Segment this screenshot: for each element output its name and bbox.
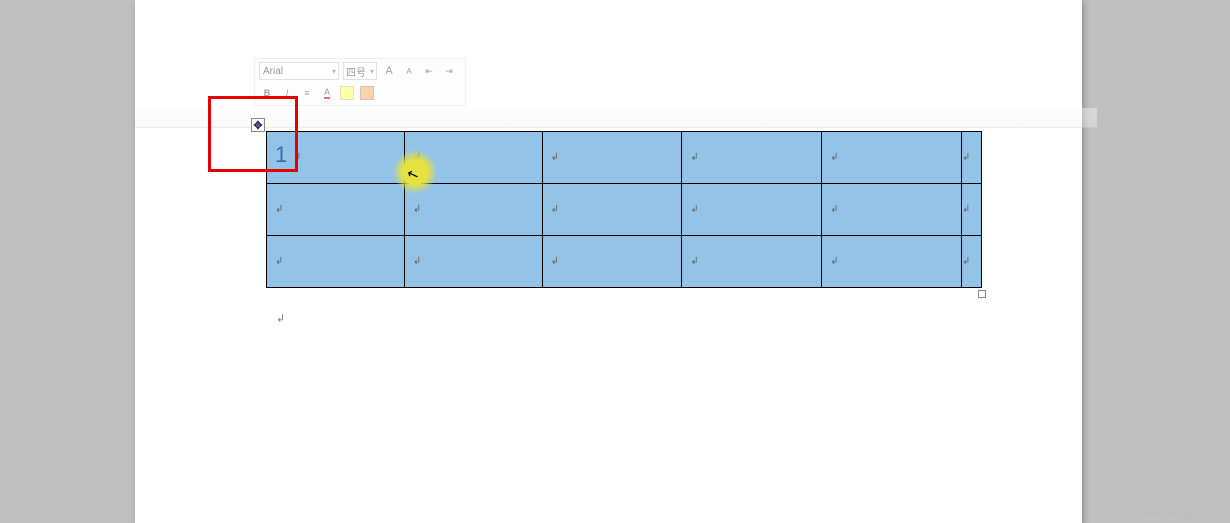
paragraph-mark: ↲ [276,312,285,325]
fill-button[interactable] [359,85,375,101]
highlight-icon [340,86,354,100]
font-color-glyph: A [324,87,330,99]
table-cell-end[interactable]: ↲ [961,132,981,184]
table-cell[interactable]: ↲ [542,184,682,236]
para-mark-icon: ↲ [690,256,698,267]
watermark-text: www.wzjsgs.com [1139,508,1222,519]
para-mark-icon: ↲ [830,152,838,163]
para-mark-icon: ↲ [413,256,421,267]
font-color-button[interactable]: A [319,85,335,101]
decrease-indent-button[interactable]: ⇤ [421,63,437,79]
font-size-select[interactable]: 四号 [343,62,377,80]
table-row[interactable]: ↲ ↲ ↲ ↲ ↲ ↲ [267,184,982,236]
para-mark-icon: ↲ [830,256,838,267]
table-cell[interactable]: ↲ [404,236,542,288]
red-annotation-box [208,96,298,172]
para-mark-icon: ↲ [551,204,559,215]
table-cell[interactable]: ↲ [682,236,822,288]
para-mark-icon: ↲ [413,204,421,215]
table-cell[interactable]: ↲ [267,184,405,236]
table-cell[interactable]: ↲ [267,236,405,288]
table-cell[interactable]: ↲ [822,184,962,236]
table-cell-end[interactable]: ↲ [961,236,981,288]
align-button[interactable]: ≡ [299,85,315,101]
table-cell[interactable]: ↲ [542,132,682,184]
fill-icon [360,86,374,100]
para-mark-icon: ↲ [962,152,970,163]
para-mark-icon: ↲ [830,204,838,215]
table-row[interactable]: ↲ ↲ ↲ ↲ ↲ ↲ [267,236,982,288]
table-cell[interactable]: ↲ [822,132,962,184]
increase-indent-button[interactable]: ⇥ [441,63,457,79]
highlight-button[interactable] [339,85,355,101]
para-mark-icon: ↲ [275,204,283,215]
para-mark-icon: ↲ [690,204,698,215]
para-mark-icon: ↲ [962,204,970,215]
table-resize-handle[interactable] [978,290,986,298]
para-mark-icon: ↲ [962,256,970,267]
table-cell[interactable]: ↲ [542,236,682,288]
shrink-font-button[interactable]: A [401,63,417,79]
para-mark-icon: ↲ [551,152,559,163]
table-cell[interactable]: ↲ [682,184,822,236]
table-row[interactable]: 1 ↲ ↲ ↲ ↲ ↲ ↲ [267,132,982,184]
table-cell[interactable]: ↲ [682,132,822,184]
document-table-container: 1 ↲ ↲ ↲ ↲ ↲ ↲ ↲ ↲ ↲ ↲ ↲ ↲ ↲ ↲ ↲ ↲ ↲ ↲ [266,131,982,288]
font-name-select[interactable]: Arial [259,62,339,80]
table-cell[interactable]: ↲ [822,236,962,288]
para-mark-icon: ↲ [551,256,559,267]
para-mark-icon: ↲ [275,256,283,267]
para-mark-icon: ↲ [690,152,698,163]
table-cell-end[interactable]: ↲ [961,184,981,236]
grow-font-button[interactable]: A [381,63,397,79]
document-table[interactable]: 1 ↲ ↲ ↲ ↲ ↲ ↲ ↲ ↲ ↲ ↲ ↲ ↲ ↲ ↲ ↲ ↲ ↲ ↲ [266,131,982,288]
